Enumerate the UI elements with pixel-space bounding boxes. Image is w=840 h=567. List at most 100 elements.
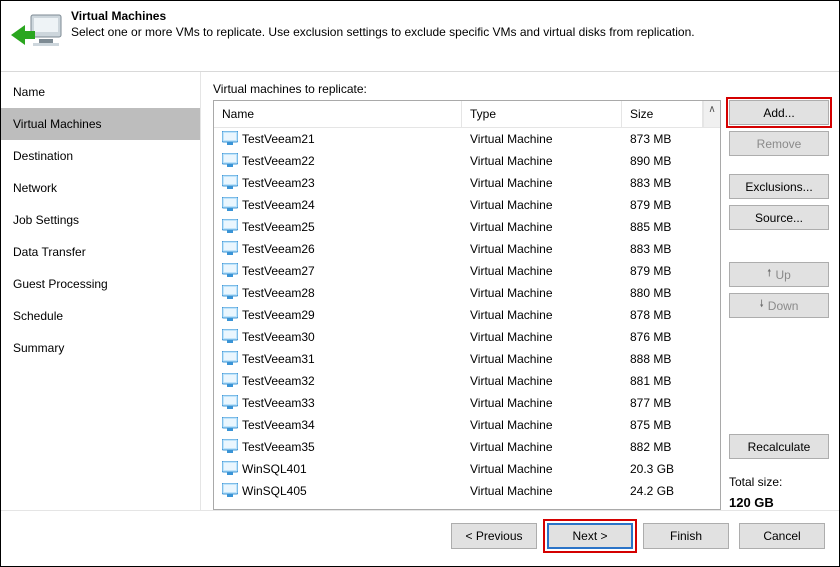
vm-type: Virtual Machine [466, 352, 626, 366]
finish-button[interactable]: Finish [643, 523, 729, 549]
vm-size: 873 MB [626, 132, 720, 146]
table-row[interactable]: TestVeeam24Virtual Machine879 MB [214, 194, 720, 216]
vm-icon [222, 439, 238, 456]
total-size-label: Total size: [729, 475, 829, 489]
vm-type: Virtual Machine [466, 484, 626, 498]
page-title: Virtual Machines [71, 9, 695, 23]
wizard-header: Virtual Machines Select one or more VMs … [1, 1, 839, 59]
cancel-button[interactable]: Cancel [739, 523, 825, 549]
vm-size: 24.2 GB [626, 484, 720, 498]
vm-icon [222, 241, 238, 258]
vm-icon [222, 395, 238, 412]
vm-icon [222, 197, 238, 214]
table-row[interactable]: TestVeeam34Virtual Machine875 MB [214, 414, 720, 436]
vm-name: TestVeeam30 [242, 330, 315, 344]
table-row[interactable]: TestVeeam28Virtual Machine880 MB [214, 282, 720, 304]
vm-type: Virtual Machine [466, 220, 626, 234]
wizard-step-guest-processing[interactable]: Guest Processing [1, 268, 200, 300]
vm-name: TestVeeam27 [242, 264, 315, 278]
table-row[interactable]: WinSQL405 Virtual Machine24.2 GB [214, 480, 720, 502]
arrow-down-icon: 🠗 [760, 297, 764, 314]
vm-icon [222, 351, 238, 368]
wizard-step-summary[interactable]: Summary [1, 332, 200, 364]
vm-icon [222, 417, 238, 434]
vm-size: 883 MB [626, 176, 720, 190]
vm-size: 20.3 GB [626, 462, 720, 476]
vm-size: 882 MB [626, 440, 720, 454]
vm-type: Virtual Machine [466, 154, 626, 168]
scroll-up-icon[interactable]: ∧ [704, 101, 720, 118]
vm-type: Virtual Machine [466, 418, 626, 432]
table-row[interactable]: TestVeeam26Virtual Machine883 MB [214, 238, 720, 260]
vm-name: WinSQL401 [242, 462, 307, 476]
vm-name: TestVeeam21 [242, 132, 315, 146]
vm-icon [222, 263, 238, 280]
table-row[interactable]: TestVeeam22 Virtual Machine890 MB [214, 150, 720, 172]
vm-type: Virtual Machine [466, 198, 626, 212]
vm-icon [222, 219, 238, 236]
add-button[interactable]: Add... [729, 100, 829, 125]
vm-type: Virtual Machine [466, 242, 626, 256]
vm-size: 877 MB [626, 396, 720, 410]
table-row[interactable]: TestVeeam25Virtual Machine885 MB [214, 216, 720, 238]
wizard-step-network[interactable]: Network [1, 172, 200, 204]
wizard-step-job-settings[interactable]: Job Settings [1, 204, 200, 236]
vm-type: Virtual Machine [466, 132, 626, 146]
col-header-name[interactable]: Name [214, 101, 462, 127]
vm-icon [222, 131, 238, 148]
col-header-type[interactable]: Type [462, 101, 622, 127]
source-button[interactable]: Source... [729, 205, 829, 230]
exclusions-button[interactable]: Exclusions... [729, 174, 829, 199]
table-row[interactable]: TestVeeam30 Virtual Machine876 MB [214, 326, 720, 348]
table-header: Name Type Size ∧ [214, 101, 720, 128]
vm-name: TestVeeam22 [242, 154, 315, 168]
vm-size: 878 MB [626, 308, 720, 322]
vm-list-panel: Virtual machines to replicate: Name Type… [201, 72, 839, 510]
vm-size: 885 MB [626, 220, 720, 234]
table-row[interactable]: WinSQL401 Virtual Machine20.3 GB [214, 458, 720, 480]
table-row[interactable]: TestVeeam27 Virtual Machine879 MB [214, 260, 720, 282]
vm-name: WinSQL405 [242, 484, 307, 498]
vm-icon [222, 153, 238, 170]
table-row[interactable]: TestVeeam33Virtual Machine877 MB [214, 392, 720, 414]
wizard-step-name[interactable]: Name [1, 76, 200, 108]
col-header-size[interactable]: Size [622, 101, 703, 127]
remove-button[interactable]: Remove [729, 131, 829, 156]
table-row[interactable]: TestVeeam31Virtual Machine888 MB [214, 348, 720, 370]
previous-button[interactable]: < Previous [451, 523, 537, 549]
table-row[interactable]: TestVeeam29 Virtual Machine878 MB [214, 304, 720, 326]
vm-icon [222, 285, 238, 302]
vm-type: Virtual Machine [466, 330, 626, 344]
vm-size: 879 MB [626, 264, 720, 278]
recalculate-button[interactable]: Recalculate [729, 434, 829, 459]
wizard-step-data-transfer[interactable]: Data Transfer [1, 236, 200, 268]
vm-size: 876 MB [626, 330, 720, 344]
table-row[interactable]: TestVeeam23Virtual Machine883 MB [214, 172, 720, 194]
vm-table[interactable]: Name Type Size ∧ TestVeeam21 Virtual Mach… [213, 100, 721, 510]
total-size-value: 120 GB [729, 495, 829, 510]
vm-name: TestVeeam32 [242, 374, 315, 388]
wizard-steps-nav: NameVirtual MachinesDestinationNetworkJo… [1, 72, 201, 510]
vm-icon [222, 329, 238, 346]
table-row[interactable]: TestVeeam21 Virtual Machine873 MB [214, 128, 720, 150]
table-row[interactable]: TestVeeam32Virtual Machine881 MB [214, 370, 720, 392]
wizard-step-destination[interactable]: Destination [1, 140, 200, 172]
move-up-button[interactable]: 🠕 Up [729, 262, 829, 287]
wizard-step-virtual-machines[interactable]: Virtual Machines [1, 108, 200, 140]
vm-size: 890 MB [626, 154, 720, 168]
vm-type: Virtual Machine [466, 176, 626, 190]
vm-size: 888 MB [626, 352, 720, 366]
table-row[interactable]: TestVeeam35 Virtual Machine882 MB [214, 436, 720, 458]
vm-type: Virtual Machine [466, 264, 626, 278]
table-body[interactable]: TestVeeam21Virtual Machine873 MBTestVeea… [214, 128, 720, 509]
vm-name: TestVeeam35 [242, 440, 315, 454]
wizard-step-schedule[interactable]: Schedule [1, 300, 200, 332]
vm-type: Virtual Machine [466, 308, 626, 322]
vm-size: 880 MB [626, 286, 720, 300]
vm-name: TestVeeam29 [242, 308, 315, 322]
vm-type: Virtual Machine [466, 462, 626, 476]
vm-icon [222, 483, 238, 500]
next-button[interactable]: Next > [547, 523, 633, 549]
vm-type: Virtual Machine [466, 440, 626, 454]
move-down-button[interactable]: 🠗 Down [729, 293, 829, 318]
